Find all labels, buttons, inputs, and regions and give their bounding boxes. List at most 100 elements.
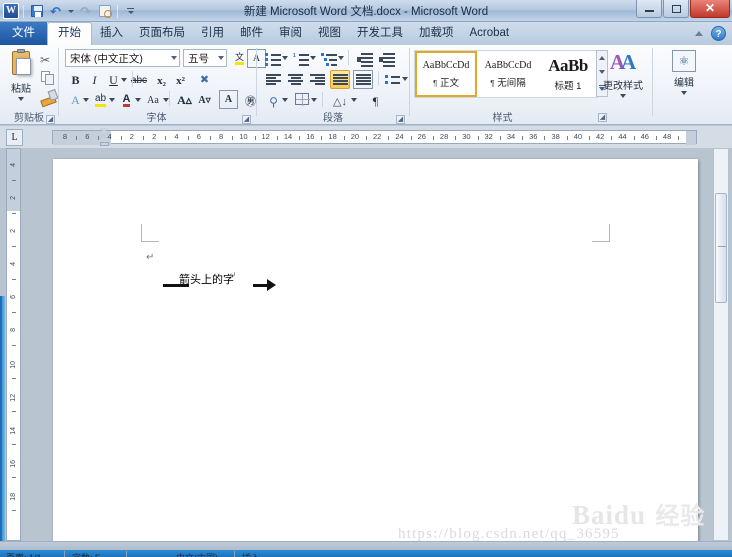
- vertical-scrollbar[interactable]: [713, 148, 729, 541]
- minimize-ribbon-icon[interactable]: [695, 31, 703, 36]
- sort-dropdown-icon[interactable]: [351, 98, 357, 102]
- status-word-count[interactable]: 字数: 5: [72, 551, 100, 557]
- tab-review[interactable]: 审阅: [271, 22, 310, 45]
- style-item-heading1[interactable]: AaBb 标题 1: [539, 51, 597, 97]
- cut-icon[interactable]: [40, 51, 56, 67]
- status-page-info[interactable]: 页面: 1/1: [6, 551, 42, 557]
- borders-icon[interactable]: [292, 92, 311, 106]
- font-name-combo[interactable]: 宋体 (中文正文): [65, 49, 180, 67]
- paragraph-dialog-launcher[interactable]: ◢: [396, 115, 405, 124]
- editing-label: 编辑: [674, 78, 694, 89]
- font-size-combo[interactable]: 五号: [183, 49, 227, 67]
- vruler-tick: [12, 410, 16, 412]
- editing-dropdown-icon[interactable]: [681, 91, 687, 95]
- tab-view[interactable]: 视图: [310, 22, 349, 45]
- indent-markers[interactable]: [100, 128, 109, 146]
- scrollbar-thumb[interactable]: [715, 193, 727, 303]
- numbering-icon[interactable]: 1: [292, 50, 311, 69]
- distribute-button[interactable]: [353, 70, 373, 89]
- horizontal-ruler[interactable]: 8 6 4 2 2 4 6 8 10 12 14 16 18 20 22 24 26 28 30 32 34 36 38 40…: [52, 130, 697, 145]
- ribbon-group-paragraph: 1 ⚲ △↓ ¶ 段落 ◢: [258, 45, 408, 125]
- bullets-icon[interactable]: [264, 50, 283, 69]
- change-styles-button[interactable]: AA 更改样式: [600, 49, 646, 105]
- copy-icon[interactable]: [40, 70, 56, 86]
- tab-mailings[interactable]: 邮件: [232, 22, 271, 45]
- change-case-icon[interactable]: Aa: [143, 91, 163, 110]
- grow-font-icon[interactable]: A▵: [175, 91, 194, 110]
- increase-indent-icon[interactable]: [378, 50, 397, 69]
- change-styles-dropdown-icon[interactable]: [620, 94, 626, 98]
- ruler-number: 10: [239, 132, 248, 141]
- align-center-button[interactable]: [286, 71, 305, 88]
- tab-developer[interactable]: 开发工具: [349, 22, 411, 45]
- shading-dropdown-icon[interactable]: [282, 98, 288, 102]
- editing-button[interactable]: ⚛ 编辑: [661, 50, 707, 106]
- borders-dropdown-icon[interactable]: [311, 98, 317, 102]
- styles-dialog-launcher[interactable]: ◢: [598, 113, 607, 122]
- tab-acrobat[interactable]: Acrobat: [462, 22, 518, 45]
- vertical-ruler[interactable]: 4 2 2 4 6 8 10 12 14 16 18: [6, 148, 21, 541]
- font-color-icon[interactable]: A: [117, 91, 136, 110]
- ruler-tick: [187, 136, 189, 140]
- ruler-tick: [209, 136, 211, 140]
- paste-dropdown-icon[interactable]: [18, 97, 24, 101]
- ruler-tick: [343, 136, 345, 140]
- decrease-indent-icon[interactable]: [356, 50, 375, 69]
- close-button[interactable]: ✕: [690, 0, 730, 18]
- tab-home[interactable]: 开始: [47, 22, 92, 45]
- tab-references[interactable]: 引用: [193, 22, 232, 45]
- document-page[interactable]: ↵ 箭头上的字 ↵: [53, 159, 698, 541]
- font-name-dropdown-icon[interactable]: [171, 56, 177, 60]
- style-item-normal[interactable]: AaBbCcDd ¶ 正文: [415, 51, 477, 97]
- ruler-number: 8: [219, 132, 224, 141]
- tab-stop-selector[interactable]: L: [6, 129, 23, 146]
- vruler-tick: [12, 245, 16, 247]
- minimize-button[interactable]: [636, 0, 662, 18]
- line-spacing-icon[interactable]: [384, 71, 403, 90]
- ruler-tick: [611, 136, 613, 140]
- italic-button[interactable]: I: [85, 71, 104, 90]
- bold-label: B: [71, 73, 80, 87]
- clipboard-dialog-launcher[interactable]: ◢: [46, 115, 55, 124]
- style-mark: ¶: [433, 78, 438, 88]
- shading-icon[interactable]: A: [219, 90, 238, 109]
- font-size-dropdown-icon[interactable]: [218, 56, 224, 60]
- highlight-dropdown-icon[interactable]: [109, 98, 115, 102]
- ribbon-tabs[interactable]: 文件 开始 插入 页面布局 引用 邮件 审阅 视图 开发工具 加载项 Acrob…: [0, 22, 517, 45]
- text-effects-dropdown-icon[interactable]: [83, 98, 89, 102]
- align-right-button[interactable]: [308, 71, 327, 88]
- multilevel-dropdown-icon[interactable]: [338, 56, 344, 60]
- highlight-color-icon[interactable]: ab: [91, 91, 110, 110]
- superscript-button[interactable]: x²: [171, 71, 190, 90]
- status-insert-mode[interactable]: 插入: [242, 551, 260, 557]
- subscript-button[interactable]: x₂: [152, 71, 171, 90]
- help-icon[interactable]: ?: [711, 26, 726, 41]
- underline-dropdown-icon[interactable]: [121, 78, 127, 82]
- justify-button[interactable]: [330, 70, 350, 89]
- format-painter-icon[interactable]: [40, 89, 56, 105]
- align-left-button[interactable]: [264, 71, 283, 88]
- bullets-dropdown-icon[interactable]: [282, 56, 288, 60]
- tab-page-layout[interactable]: 页面布局: [131, 22, 193, 45]
- arrow-text[interactable]: 箭头上的字: [179, 271, 234, 287]
- ribbon-help-group[interactable]: ?: [695, 26, 726, 41]
- font-dialog-launcher[interactable]: ◢: [242, 115, 251, 124]
- clear-formatting-icon[interactable]: ✖: [195, 70, 214, 88]
- arrow-head-icon[interactable]: [267, 279, 276, 291]
- shrink-font-icon[interactable]: A▿: [195, 91, 214, 110]
- paste-button[interactable]: 粘贴: [4, 49, 38, 101]
- tab-file[interactable]: 文件: [0, 22, 47, 45]
- line-spacing-dropdown-icon[interactable]: [402, 77, 408, 81]
- maximize-button[interactable]: [663, 0, 689, 18]
- numbering-dropdown-icon[interactable]: [310, 56, 316, 60]
- ruler-tick: [589, 136, 591, 140]
- vruler-tick: [12, 311, 16, 313]
- status-proofing-language[interactable]: 中文(中国): [176, 551, 218, 557]
- multilevel-list-icon[interactable]: [320, 50, 339, 69]
- style-item-no-spacing[interactable]: AaBbCcDd ¶ 无间隔: [477, 51, 539, 97]
- tab-addins[interactable]: 加载项: [411, 22, 462, 45]
- font-color-dropdown-icon[interactable]: [135, 98, 141, 102]
- bold-button[interactable]: B: [66, 71, 85, 90]
- tab-insert[interactable]: 插入: [92, 22, 131, 45]
- window-controls[interactable]: ✕: [635, 0, 730, 18]
